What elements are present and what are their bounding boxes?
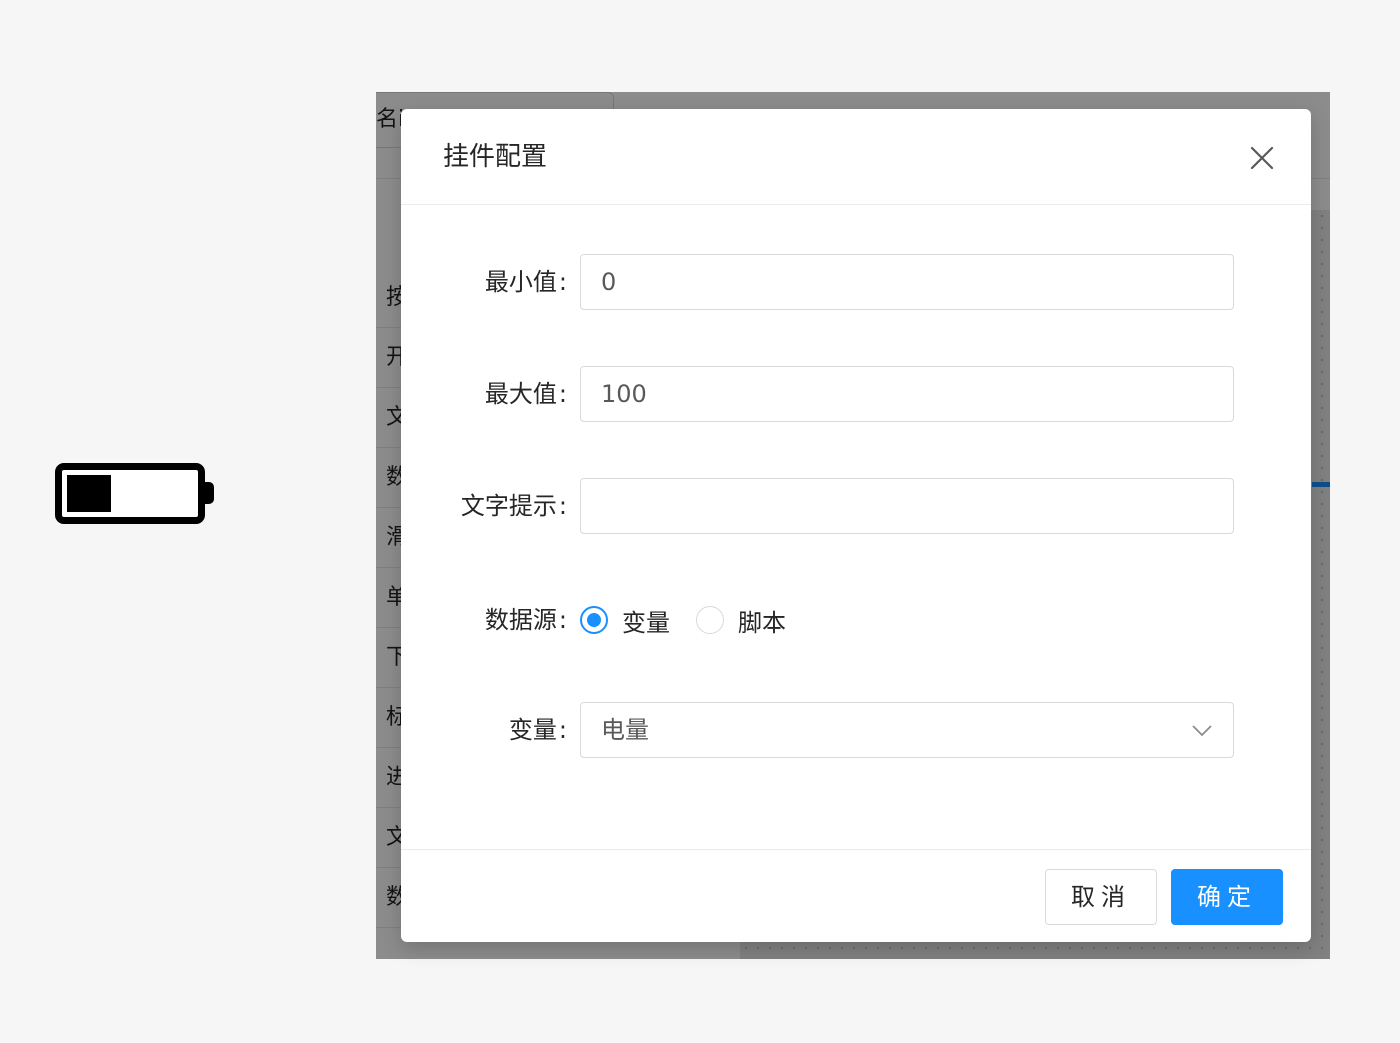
variable-select[interactable]: 电量 [580,702,1234,758]
text-hint-label: 文字提示 [461,478,567,534]
modal-header: 挂件配置 [401,109,1311,205]
form-row-min: 最小值 [401,254,1311,310]
close-button[interactable] [1249,145,1275,171]
radio-option-variable[interactable]: 变量 [580,603,670,638]
text-hint-input[interactable] [580,478,1234,534]
radio-checked-icon[interactable] [580,606,608,634]
chevron-down-icon [1191,722,1213,738]
min-value-label: 最小值 [485,254,567,310]
battery-level-fill [67,475,111,512]
radio-label-variable: 变量 [622,608,670,637]
max-value-input[interactable] [580,366,1234,422]
radio-label-script: 脚本 [738,608,786,637]
form-row-source: 数据源 变量 脚本 [401,592,1311,648]
variable-select-value: 电量 [601,716,649,744]
variable-label: 变量 [509,702,567,758]
form-row-max: 最大值 [401,366,1311,422]
battery-terminal [204,482,214,504]
close-icon [1250,146,1274,170]
data-source-radio-group: 变量 脚本 [580,592,812,648]
battery-widget [55,463,205,524]
confirm-button[interactable]: 确定 [1171,869,1283,925]
modal-title: 挂件配置 [443,142,548,172]
max-value-label: 最大值 [485,366,567,422]
form-row-variable: 变量 电量 [401,702,1311,758]
radio-unchecked-icon[interactable] [696,606,724,634]
cancel-button[interactable]: 取消 [1045,869,1157,925]
radio-option-script[interactable]: 脚本 [696,603,786,638]
modal-footer: 取消 确定 [401,849,1311,942]
min-value-input[interactable] [580,254,1234,310]
form-row-hint: 文字提示 [401,478,1311,534]
widget-config-modal: 挂件配置 最小值 最大值 文字提示 数据源 变量 脚本 [401,109,1311,942]
data-source-label: 数据源 [485,592,567,648]
